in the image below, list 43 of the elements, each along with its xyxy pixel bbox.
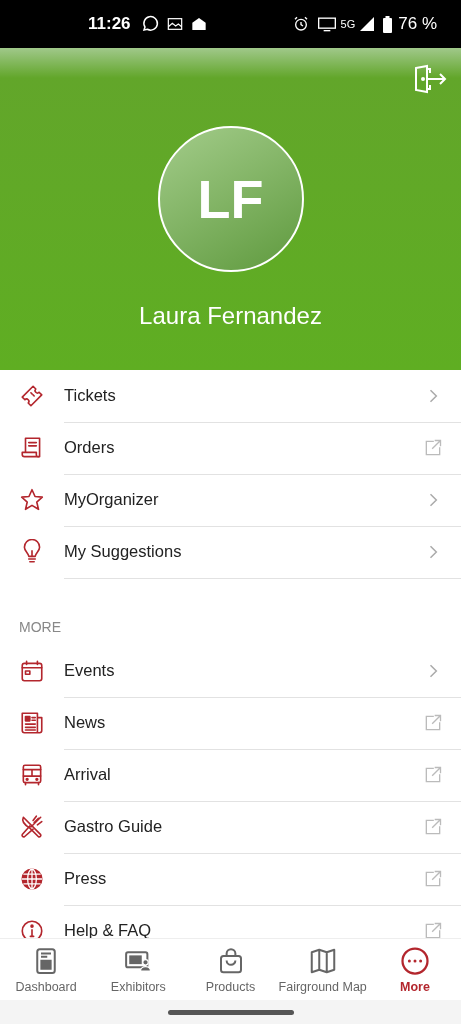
- menu-item[interactable]: Arrival: [64, 748, 461, 802]
- cutlery-icon: [19, 814, 45, 840]
- external-link-icon: [423, 920, 443, 938]
- battery-icon: [383, 15, 393, 33]
- clock: 11:26: [88, 14, 131, 34]
- signal-icon: [359, 16, 376, 32]
- menu-item[interactable]: Orders: [64, 421, 461, 475]
- external-link-icon: [423, 764, 443, 785]
- chat-bubble-icon: [140, 15, 159, 33]
- external-link-icon: [423, 816, 443, 837]
- menu-item[interactable]: MyOrganizer: [64, 473, 461, 527]
- menu-item[interactable]: Tickets: [64, 370, 461, 423]
- network-type: 5G: [340, 18, 356, 30]
- nav-tab[interactable]: Dashboard: [0, 939, 93, 1000]
- menu-item[interactable]: Gastro Guide: [64, 800, 461, 854]
- menu-item[interactable]: News: [64, 696, 461, 750]
- alarm-icon: [292, 16, 309, 32]
- nav-tab[interactable]: Products: [184, 939, 277, 1000]
- external-link-icon: [423, 712, 443, 733]
- more-icon: [399, 945, 430, 976]
- gesture-bar[interactable]: [167, 1009, 294, 1015]
- menu-item[interactable]: Press: [64, 852, 461, 906]
- logout-icon[interactable]: [413, 64, 447, 94]
- menu-item[interactable]: Events: [64, 644, 461, 698]
- nav-tab[interactable]: Exhibitors: [92, 939, 185, 1000]
- external-link-icon: [423, 868, 443, 889]
- display-icon: [316, 16, 337, 32]
- section-title: MORE: [19, 619, 61, 635]
- calendar-icon: [19, 658, 45, 684]
- star-icon: [19, 487, 45, 513]
- avatar: LF: [157, 126, 304, 272]
- newspaper-icon: [19, 710, 45, 736]
- image-icon: [166, 17, 183, 31]
- ticket-icon: [19, 383, 45, 409]
- house-icon: [190, 17, 207, 31]
- menu-item[interactable]: My Suggestions: [64, 525, 461, 579]
- battery-level: 76 %: [398, 14, 437, 34]
- external-link-icon: [423, 437, 443, 458]
- user-name: Laura Fernandez: [139, 302, 322, 330]
- nav-tab[interactable]: More: [368, 939, 461, 1000]
- globe-icon: [19, 866, 45, 892]
- nav-tab[interactable]: Fairground Map: [276, 939, 369, 1000]
- info-icon: [19, 918, 45, 938]
